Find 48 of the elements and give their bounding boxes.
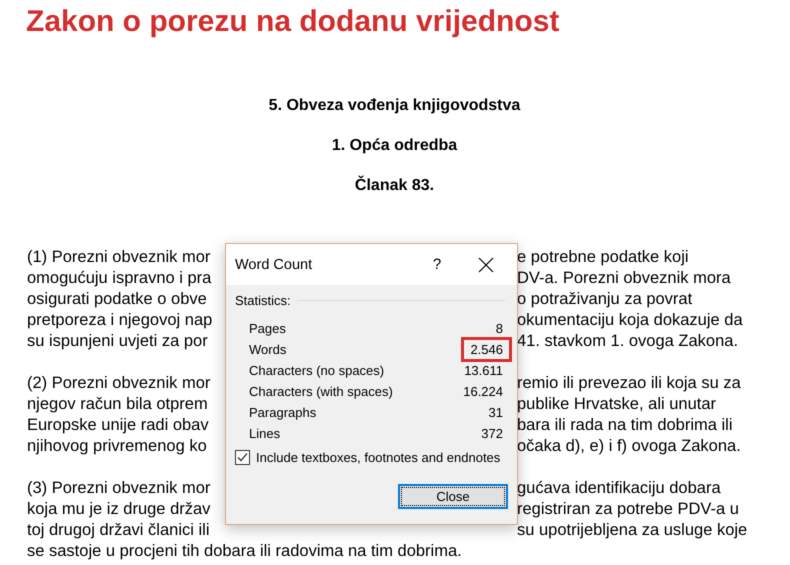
stat-value: 13.611 xyxy=(463,362,504,380)
section-heading: 5. Obveza vođenja knjigovodstva xyxy=(268,96,520,116)
paragraph-line: očaka d), e) i f) ovoga Zakona. xyxy=(517,436,742,457)
help-button[interactable]: ? xyxy=(422,256,452,273)
dialog-title: Word Count xyxy=(235,256,314,272)
paragraph-line: registriran za potrebe PDV-a u xyxy=(517,499,740,520)
paragraph-line: (3) Porezni obveznik mor xyxy=(27,478,212,499)
stat-label: Characters (with spaces) xyxy=(249,384,393,399)
paragraph-line: osigurati podatke o obve xyxy=(27,289,208,310)
paragraph-line: pretporeza i njegovoj nap xyxy=(27,310,214,331)
paragraph-line: njegov račun bila otprem xyxy=(27,394,209,415)
stat-label: Words xyxy=(249,342,286,357)
paragraph-line: gućava identifikaciju dobara xyxy=(517,478,722,499)
close-button[interactable]: Close xyxy=(398,484,508,509)
stat-label: Lines xyxy=(249,426,280,441)
paragraph-line: publike Hrvatske, ali unutar xyxy=(517,394,718,415)
paragraph-line: omogućuju ispravno i pra xyxy=(27,268,212,289)
paragraph-line: koja mu je iz druge držav xyxy=(27,499,212,520)
section-heading: 1. Opća odredba xyxy=(332,136,458,156)
stat-label: Characters (no spaces) xyxy=(249,363,384,378)
checkbox-label: Include textboxes, footnotes and endnotes xyxy=(256,450,500,465)
paragraph-line: su ispunjeni uvjeti za por xyxy=(27,331,209,352)
section-heading: Članak 83. xyxy=(354,175,434,196)
paragraph-line: (1) Porezni obveznik mor xyxy=(27,247,212,268)
stat-value: 8 xyxy=(494,320,504,338)
paragraph-line: toj drugoj državi članici ili xyxy=(27,520,210,541)
paragraph-line: (2) Porezni obveznik mor xyxy=(27,373,212,394)
paragraph-line: bara ili rada na tim dobrima ili xyxy=(517,415,734,436)
checkbox[interactable] xyxy=(235,450,250,465)
paragraph-line: se sastoje u procjeni tih dobara ili radovima na tim dobrima. xyxy=(27,542,462,560)
paragraph-line: Europske unije radi obav xyxy=(27,415,210,436)
stat-value: 372 xyxy=(480,425,504,443)
paragraph-line: njihovog privremenog ko xyxy=(27,436,208,457)
paragraph-line: o potraživanju za povrat xyxy=(517,289,694,310)
paragraph-line: remio ili prevezao ili koja su za xyxy=(517,373,742,394)
paragraph-line: 41. stavkom 1. ovoga Zakona. xyxy=(517,331,740,352)
paragraph-line: DV-a. Porezni obveznik mora xyxy=(517,268,732,289)
paragraph-line: e potrebne podatke koji xyxy=(517,247,690,268)
stat-value: 16.224 xyxy=(462,383,504,401)
document-title: Zakon o porezu na dodanu vrijednost xyxy=(26,4,560,40)
stat-label: Pages xyxy=(249,321,286,336)
close-icon[interactable] xyxy=(478,256,494,272)
paragraph-line: okumentaciju koja dokazuje da xyxy=(517,310,744,331)
stat-label: Paragraphs xyxy=(249,405,316,420)
group-label: Statistics: xyxy=(235,292,291,308)
stat-value: 31 xyxy=(488,404,504,422)
paragraph-line: su upotrijebljena za usluge koje xyxy=(517,520,748,541)
highlighted-stat-value: 2.546 xyxy=(461,337,512,362)
